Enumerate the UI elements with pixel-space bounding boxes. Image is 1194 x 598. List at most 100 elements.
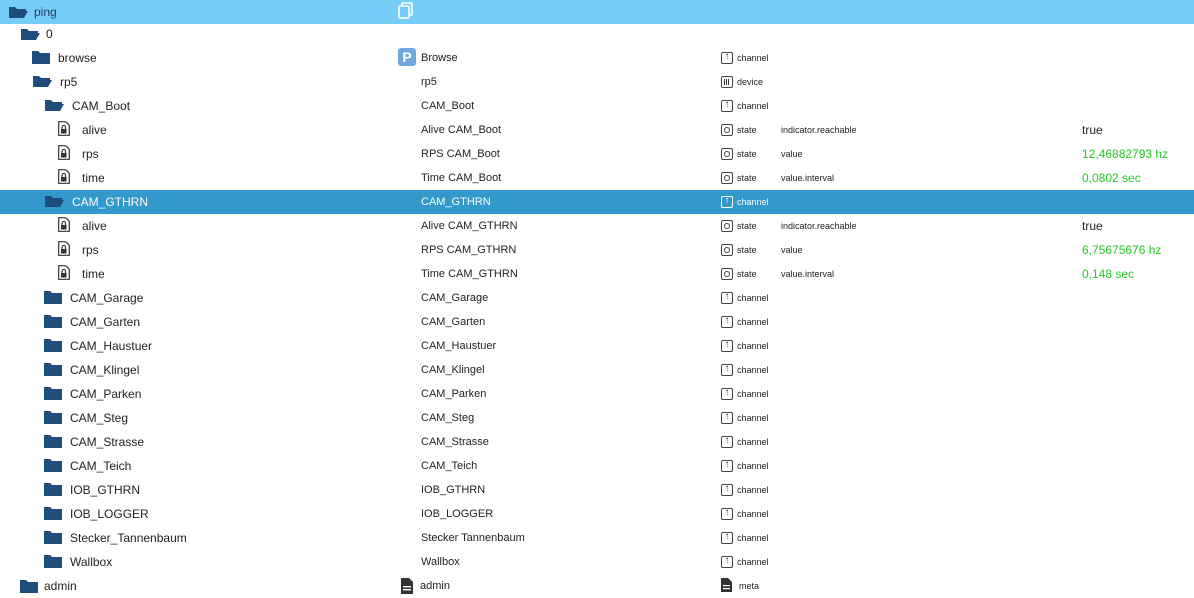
tree-row[interactable]: CAM_Boot CAM_Boot channel	[0, 94, 1194, 118]
channel-type-icon	[721, 339, 733, 352]
tree-item-role: value	[781, 245, 803, 255]
tree-item-name: Stecker_Tannenbaum	[70, 531, 187, 545]
tree-item-type: meta	[739, 581, 760, 591]
tree-item-name: IOB_LOGGER	[70, 507, 149, 521]
tree-row[interactable]: CAM_Teich CAM_Teich channel	[0, 454, 1194, 478]
tree-item-value[interactable]: 0,0802 sec	[1082, 171, 1141, 185]
tree-item-type: channel	[737, 317, 769, 327]
tree-row[interactable]: browse Browse channel	[0, 46, 1194, 70]
tree-row[interactable]: CAM_Garage CAM_Garage channel	[0, 286, 1194, 310]
tree-item-role: value.interval	[781, 173, 835, 183]
tree-item-value[interactable]: 6,75675676 hz	[1082, 243, 1161, 257]
tree-row[interactable]: rp5 rp5 device	[0, 70, 1194, 94]
tree-item-value[interactable]: true	[1082, 123, 1103, 137]
tree-item-value[interactable]: 12,46882793 hz	[1082, 147, 1168, 161]
tree-item-label: admin	[420, 580, 450, 592]
tree-row[interactable]: time Time CAM_Boot state value.interval 0,08…	[0, 166, 1194, 190]
tree-item-label: IOB_GTHRN	[421, 484, 486, 496]
tree-row[interactable]: CAM_Garten CAM_Garten channel	[0, 310, 1194, 334]
tree-item-name: CAM_Teich	[70, 459, 132, 473]
tree-row[interactable]: CAM_Steg CAM_Steg channel	[0, 406, 1194, 430]
tree-row[interactable]: IOB_GTHRN IOB_GTHRN channel	[0, 478, 1194, 502]
device-type-icon	[721, 76, 733, 88]
tree-item-type: channel	[737, 53, 769, 63]
tree-item-name: CAM_GTHRN	[72, 195, 149, 209]
channel-type-icon	[721, 435, 733, 448]
folder-icon	[44, 290, 62, 307]
channel-type-icon	[721, 291, 733, 304]
tree-item-label: CAM_Strasse	[421, 436, 489, 448]
tree-item-label: CAM_Boot	[421, 100, 475, 112]
tree-item-name: alive	[82, 123, 107, 137]
tree-item-label: CAM_GTHRN	[421, 196, 491, 208]
folder-icon	[32, 50, 50, 67]
tree-row[interactable]: alive Alive CAM_Boot state indicator.reacha…	[0, 118, 1194, 142]
tree-item-label: RPS CAM_Boot	[421, 148, 500, 160]
tree-row[interactable]: CAM_Strasse CAM_Strasse channel	[0, 430, 1194, 454]
tree-row-admin[interactable]: admin admin meta	[0, 574, 1194, 598]
tree-item-type: channel	[737, 437, 769, 447]
tree-row[interactable]: CAM_Klingel CAM_Klingel channel	[0, 358, 1194, 382]
tree-item-label: CAM_Garten	[421, 316, 486, 328]
tree-item-role: value	[781, 149, 803, 159]
tree-item-type: channel	[737, 557, 769, 567]
folder-icon	[44, 314, 62, 331]
tree-row[interactable]: time Time CAM_GTHRN state value.interval 0,1…	[0, 262, 1194, 286]
locked-file-icon	[58, 145, 70, 163]
tree-item-label: CAM_Garage	[421, 292, 489, 304]
tree-item-type: state	[737, 125, 757, 135]
tree-item-value[interactable]: 0,148 sec	[1082, 267, 1134, 281]
tree-item-type: channel	[737, 365, 769, 375]
folder-icon	[44, 458, 62, 475]
tree-item-name: Wallbox	[70, 555, 113, 569]
tree-row[interactable]: IOB_LOGGER IOB_LOGGER channel	[0, 502, 1194, 526]
tree-item-name: rp5	[60, 75, 78, 89]
tree-item-name: admin	[44, 579, 77, 593]
tree-row-ping[interactable]: ping	[0, 0, 1194, 24]
tree-row-0[interactable]: 0 P	[0, 22, 1194, 66]
state-type-icon	[721, 148, 733, 160]
state-type-icon	[721, 172, 733, 184]
channel-type-icon	[721, 315, 733, 328]
copy-icon[interactable]	[398, 2, 414, 20]
state-type-icon	[721, 220, 733, 232]
tree-item-label: CAM_Steg	[421, 412, 475, 424]
tree-item-type: state	[737, 221, 757, 231]
tree-row[interactable]: Wallbox Wallbox channel	[0, 550, 1194, 574]
folder-icon	[44, 482, 62, 499]
folder-open-icon	[20, 27, 40, 41]
folder-icon	[44, 386, 62, 403]
tree-row[interactable]: CAM_Haustuer CAM_Haustuer channel	[0, 334, 1194, 358]
tree-row[interactable]: alive Alive CAM_GTHRN state indicator.reach…	[0, 214, 1194, 238]
folder-icon	[44, 434, 62, 451]
state-type-icon	[721, 244, 733, 256]
tree-item-type: state	[737, 269, 757, 279]
tree-item-type: channel	[737, 461, 769, 471]
tree-item-type: channel	[737, 341, 769, 351]
tree-item-type: channel	[737, 485, 769, 495]
channel-type-icon	[721, 507, 733, 520]
tree-row[interactable]: CAM_Parken CAM_Parken channel	[0, 382, 1194, 406]
channel-type-icon	[721, 387, 733, 400]
tree-row[interactable]: rps RPS CAM_GTHRN state value 6,75675676 hz	[0, 238, 1194, 262]
tree-item-type: channel	[737, 101, 769, 111]
tree-item-role: indicator.reachable	[781, 125, 857, 135]
folder-icon	[44, 554, 62, 571]
file-icon	[400, 578, 414, 594]
tree-row[interactable]: rps RPS CAM_Boot state value 12,46882793 hz	[0, 142, 1194, 166]
object-tree: ping 0 P browse Browse channel rp5 rp5 device…	[0, 0, 1194, 595]
tree-item-name: CAM_Klingel	[70, 363, 140, 377]
tree-item-name: IOB_GTHRN	[70, 483, 141, 497]
tree-item-label: Time CAM_GTHRN	[421, 268, 518, 280]
locked-file-icon	[58, 217, 70, 235]
tree-item-name: CAM_Steg	[70, 411, 129, 425]
tree-item-label: CAM_Parken	[421, 388, 487, 400]
tree-item-label: CAM_Teich	[421, 460, 478, 472]
tree-item-type: channel	[737, 533, 769, 543]
channel-type-icon	[721, 555, 733, 568]
tree-item-type: channel	[737, 389, 769, 399]
tree-row[interactable]: Stecker_Tannenbaum Stecker Tannenbaum chan…	[0, 526, 1194, 550]
tree-item-label: CAM_Haustuer	[421, 340, 497, 352]
tree-row[interactable]: CAM_GTHRN CAM_GTHRN channel	[0, 190, 1194, 214]
tree-item-value[interactable]: true	[1082, 219, 1103, 233]
